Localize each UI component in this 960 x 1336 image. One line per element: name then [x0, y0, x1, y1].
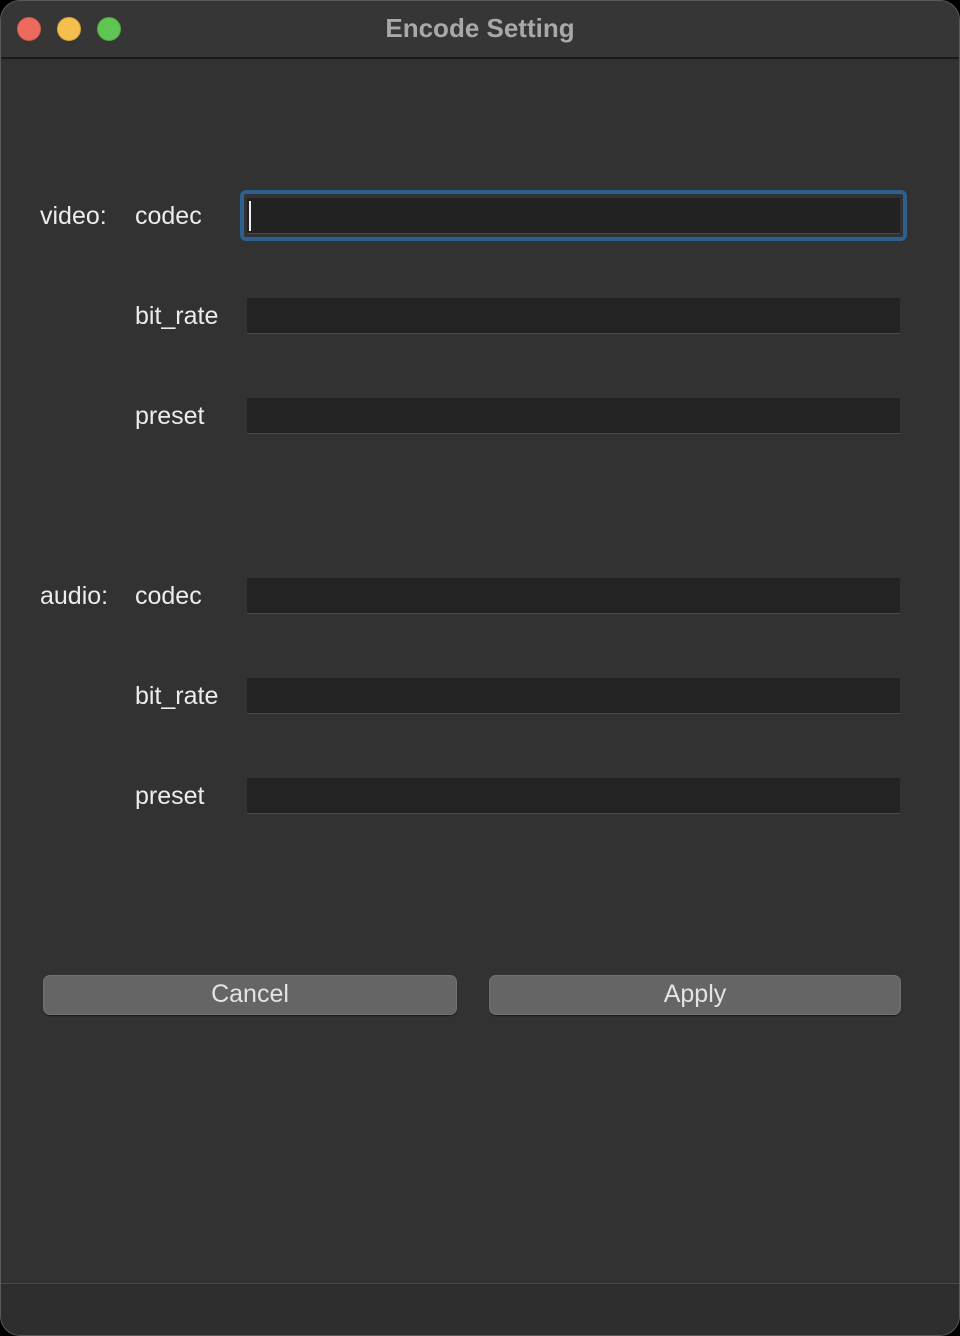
bottom-status-bar: [1, 1283, 959, 1335]
video-preset-label: preset: [135, 402, 205, 430]
video-codec-label: codec: [135, 202, 202, 230]
audio-group-label: audio:: [40, 582, 109, 610]
video-group-label: video:: [40, 202, 107, 230]
audio-bit-rate-input[interactable]: [247, 678, 900, 714]
video-preset-input[interactable]: [247, 398, 900, 434]
cancel-button[interactable]: Cancel: [43, 975, 457, 1015]
video-codec-input[interactable]: [247, 198, 900, 234]
audio-bit-rate-label: bit_rate: [135, 682, 219, 710]
encode-setting-window: Encode Setting video: codec bit_rate pre…: [0, 0, 960, 1336]
title-bar[interactable]: Encode Setting: [1, 1, 959, 59]
window-title: Encode Setting: [385, 13, 575, 43]
video-bit-rate-input[interactable]: [247, 298, 900, 334]
audio-preset-input[interactable]: [247, 778, 900, 814]
audio-codec-input[interactable]: [247, 578, 900, 614]
text-caret: [249, 201, 251, 231]
video-bit-rate-label: bit_rate: [135, 302, 219, 330]
audio-codec-label: codec: [135, 582, 202, 610]
apply-button[interactable]: Apply: [489, 975, 901, 1015]
audio-preset-label: preset: [135, 782, 205, 810]
